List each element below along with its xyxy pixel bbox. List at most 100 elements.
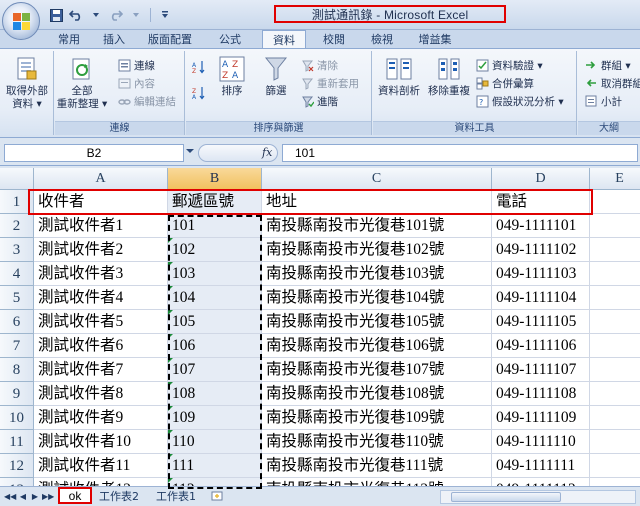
row-header[interactable]: 11 — [0, 430, 34, 454]
sheet-tab-2[interactable]: 工作表2 — [96, 487, 142, 504]
table-cell[interactable]: 049-1111101 — [492, 214, 590, 238]
table-cell[interactable]: 112 — [168, 478, 262, 486]
chevron-down-icon[interactable] — [128, 7, 144, 23]
table-cell[interactable]: 101 — [168, 214, 262, 238]
table-cell[interactable]: 測試收件者1 — [34, 214, 168, 238]
formula-input[interactable]: 101 — [282, 144, 638, 162]
get-external-data-button[interactable]: 取得外部 資料 ▾ — [4, 55, 50, 111]
header-cell[interactable]: 郵遞區號 — [168, 190, 262, 214]
table-cell[interactable] — [590, 406, 640, 430]
row-header[interactable]: 4 — [0, 262, 34, 286]
table-cell[interactable]: 049-1111105 — [492, 310, 590, 334]
edit-links-button[interactable]: 編輯連結 — [117, 93, 176, 109]
clear-button[interactable]: 清除 — [300, 57, 338, 73]
table-cell[interactable]: 104 — [168, 286, 262, 310]
undo-icon[interactable] — [68, 7, 84, 23]
table-cell[interactable]: 南投縣南投市光復巷104號 — [262, 286, 492, 310]
table-cell[interactable] — [590, 358, 640, 382]
row-header[interactable]: 1 — [0, 190, 34, 214]
connections-button[interactable]: 連線 — [117, 57, 155, 73]
horizontal-scrollbar[interactable] — [440, 490, 636, 504]
table-cell[interactable]: 南投縣南投市光復巷108號 — [262, 382, 492, 406]
tab-formulas[interactable]: 公式 — [212, 30, 248, 48]
header-cell[interactable]: 收件者 — [34, 190, 168, 214]
table-cell[interactable]: 南投縣南投市光復巷101號 — [262, 214, 492, 238]
table-cell[interactable] — [590, 334, 640, 358]
row-header[interactable]: 13 — [0, 478, 34, 486]
table-cell[interactable]: 049-1111107 — [492, 358, 590, 382]
table-cell[interactable]: 049-1111102 — [492, 238, 590, 262]
column-header-a[interactable]: A — [34, 168, 168, 190]
tab-home[interactable]: 常用 — [50, 30, 88, 48]
name-box[interactable]: B2 — [4, 144, 184, 162]
table-cell[interactable]: 049-1111110 — [492, 430, 590, 454]
table-cell[interactable]: 南投縣南投市光復巷109號 — [262, 406, 492, 430]
advanced-button[interactable]: 進階 — [300, 93, 338, 109]
remove-duplicates-button[interactable]: 移除重複 — [425, 55, 473, 98]
row-header[interactable]: 10 — [0, 406, 34, 430]
table-cell[interactable] — [590, 454, 640, 478]
table-cell[interactable]: 南投縣南投市光復巷107號 — [262, 358, 492, 382]
table-cell[interactable]: 109 — [168, 406, 262, 430]
table-cell[interactable]: 測試收件者7 — [34, 358, 168, 382]
table-cell[interactable] — [590, 262, 640, 286]
table-cell[interactable]: 南投縣南投市光復巷111號 — [262, 454, 492, 478]
last-sheet-icon[interactable]: ▶▶ — [42, 491, 54, 503]
table-cell[interactable]: 107 — [168, 358, 262, 382]
row-header[interactable]: 5 — [0, 286, 34, 310]
row-header[interactable]: 12 — [0, 454, 34, 478]
data-validation-button[interactable]: 資料驗證 ▾ — [475, 57, 543, 73]
table-cell[interactable]: 測試收件者9 — [34, 406, 168, 430]
table-cell[interactable]: 測試收件者11 — [34, 454, 168, 478]
tab-addins[interactable]: 增益集 — [412, 30, 458, 48]
table-cell[interactable]: 049-1111112 — [492, 478, 590, 486]
table-cell[interactable]: 049-1111103 — [492, 262, 590, 286]
table-cell[interactable]: 南投縣南投市光復巷105號 — [262, 310, 492, 334]
table-cell[interactable] — [590, 478, 640, 486]
prev-sheet-icon[interactable]: ◀ — [18, 491, 28, 503]
table-cell[interactable]: 測試收件者4 — [34, 286, 168, 310]
next-sheet-icon[interactable]: ▶ — [30, 491, 40, 503]
properties-button[interactable]: 內容 — [117, 75, 155, 91]
chevron-down-icon[interactable] — [186, 149, 194, 153]
table-cell[interactable] — [590, 430, 640, 454]
table-cell[interactable]: 測試收件者2 — [34, 238, 168, 262]
table-cell[interactable]: 049-1111111 — [492, 454, 590, 478]
ungroup-button[interactable]: 取消群組 — [584, 75, 640, 91]
table-cell[interactable]: 049-1111108 — [492, 382, 590, 406]
column-header-d[interactable]: D — [492, 168, 590, 190]
table-cell[interactable]: 南投縣南投市光復巷106號 — [262, 334, 492, 358]
insert-sheet-icon[interactable] — [208, 487, 226, 504]
redo-icon[interactable] — [108, 7, 124, 23]
filter-button[interactable]: 篩選 — [258, 55, 294, 98]
row-header[interactable]: 6 — [0, 310, 34, 334]
tab-review[interactable]: 校閱 — [316, 30, 352, 48]
table-cell[interactable]: 測試收件者12 — [34, 478, 168, 486]
table-cell[interactable] — [590, 310, 640, 334]
sheet-tab-1[interactable]: 工作表1 — [152, 487, 200, 504]
row-header[interactable]: 9 — [0, 382, 34, 406]
table-cell[interactable]: 108 — [168, 382, 262, 406]
tab-page-layout[interactable]: 版面配置 — [142, 30, 198, 48]
column-header-b[interactable]: B — [168, 168, 262, 190]
consolidate-button[interactable]: 合併彙算 — [475, 75, 534, 91]
sheet-tab-ok[interactable]: ok — [58, 487, 92, 504]
table-cell[interactable] — [590, 238, 640, 262]
table-cell[interactable]: 111 — [168, 454, 262, 478]
row-header[interactable]: 7 — [0, 334, 34, 358]
table-cell[interactable]: 102 — [168, 238, 262, 262]
select-all-corner[interactable] — [0, 168, 34, 190]
office-button[interactable] — [2, 2, 40, 40]
table-cell[interactable]: 南投縣南投市光復巷103號 — [262, 262, 492, 286]
header-cell[interactable]: 地址 — [262, 190, 492, 214]
table-cell[interactable]: 049-1111106 — [492, 334, 590, 358]
table-cell[interactable]: 南投縣南投市光復巷110號 — [262, 430, 492, 454]
table-cell[interactable]: 110 — [168, 430, 262, 454]
table-cell[interactable]: 南投縣南投市光復巷102號 — [262, 238, 492, 262]
table-cell[interactable]: 測試收件者5 — [34, 310, 168, 334]
table-cell[interactable]: 103 — [168, 262, 262, 286]
header-cell[interactable]: 電話 — [492, 190, 590, 214]
text-to-columns-button[interactable]: 資料剖析 — [375, 55, 423, 98]
sort-desc-button[interactable]: ZA — [192, 85, 206, 101]
table-cell[interactable]: 測試收件者8 — [34, 382, 168, 406]
